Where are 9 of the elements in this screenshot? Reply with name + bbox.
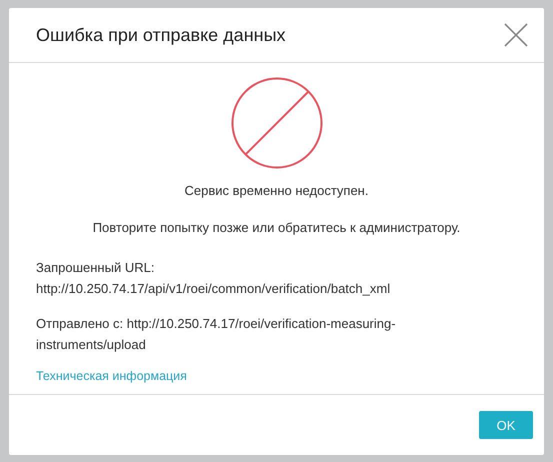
detail-text: Отправлено с: http://10.250.74.17/roei/verification-measuring-instruments/upload — [36, 315, 397, 354]
error-message: Сервис временно недоступен. — [184, 183, 370, 198]
close-icon[interactable] — [504, 23, 528, 47]
ok-button[interactable]: OK — [479, 411, 533, 439]
detail-text: Запрошенный URL: http://10.250.74.17/api/v1/roei/common/verification/batch_xml — [36, 259, 392, 298]
hint-text: Повторите попытку позже или обратитесь к администратору. — [92, 220, 462, 235]
prohibited-icon — [230, 77, 322, 169]
technical-info-link[interactable]: Техническая информация — [36, 369, 187, 383]
dialog-title: Ошибка при отправке данных — [36, 24, 286, 46]
